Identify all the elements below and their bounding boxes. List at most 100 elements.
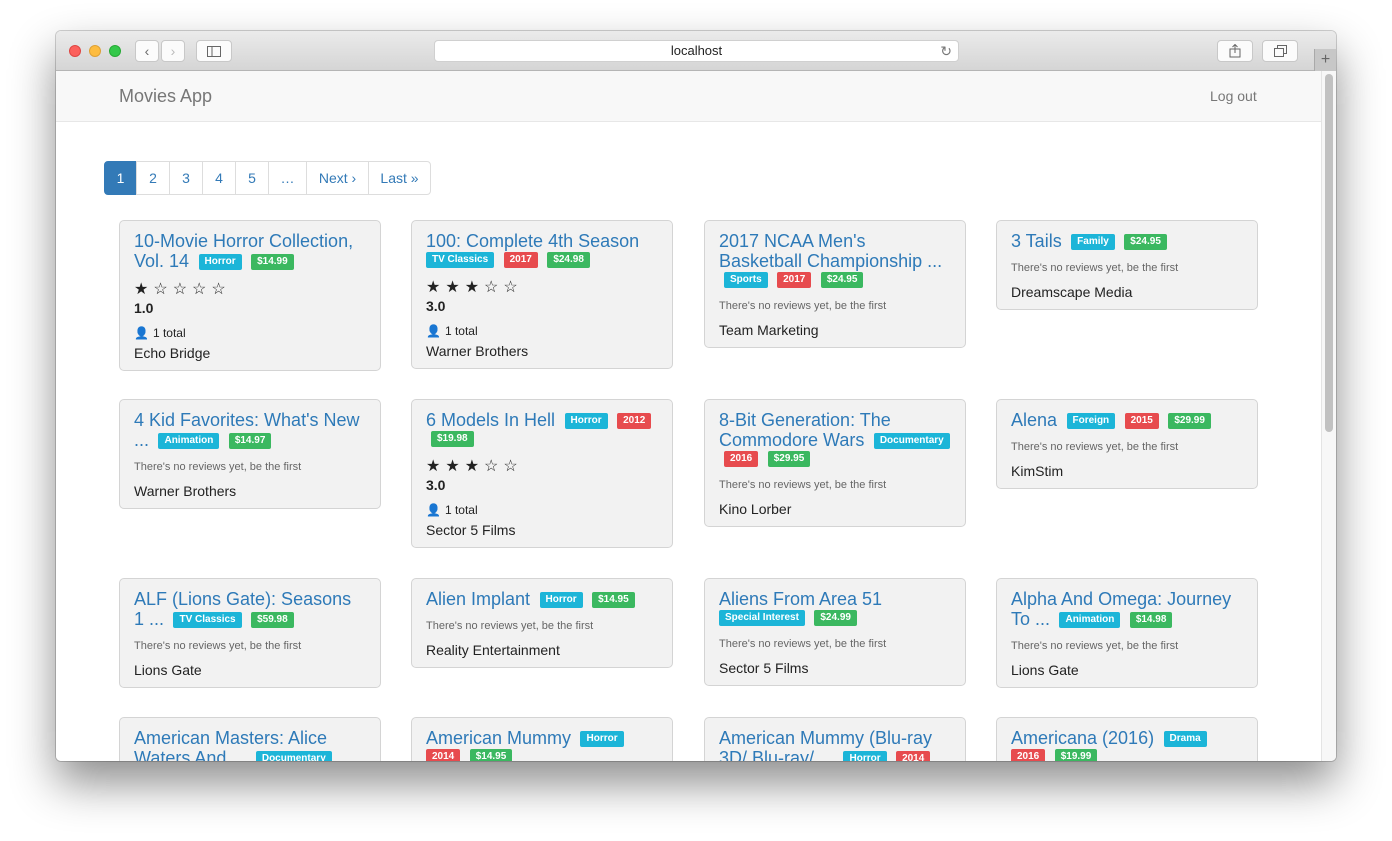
movie-card: 2017 NCAA Men's Basketball Championship … — [704, 220, 966, 348]
movie-card: Alpha And Omega: Journey To ... Animatio… — [996, 578, 1258, 688]
movie-card: 3 Tails Family $24.95 There's no reviews… — [996, 220, 1258, 310]
movie-card: Alien Implant Horror $14.95 There's no r… — [411, 578, 673, 668]
movie-title-link[interactable]: 6 Models In Hell — [426, 410, 555, 430]
last-page-link[interactable]: Last » — [368, 161, 431, 195]
studio-name: Kino Lorber — [719, 501, 792, 517]
chevron-right-icon: › — [170, 43, 176, 59]
page-4-link[interactable]: 4 — [202, 161, 236, 195]
movie-card: 4 Kid Favorites: What's New ... Animatio… — [119, 399, 381, 509]
movie-title-link[interactable]: 8-Bit Generation: The Commodore Wars — [719, 410, 891, 450]
year-badge: 2016 — [1011, 749, 1046, 761]
genre-badge: Drama — [1163, 731, 1207, 747]
movie-title-link[interactable]: Alpha And Omega: Journey To ... — [1011, 589, 1231, 629]
page-1-link[interactable]: 1 — [104, 161, 137, 195]
genre-badge: Horror — [580, 731, 624, 747]
share-icon — [1229, 43, 1241, 58]
price-badge: $24.95 — [820, 272, 864, 288]
movie-title-link[interactable]: Alena — [1011, 410, 1057, 430]
logout-link[interactable]: Log out — [1210, 88, 1257, 104]
rating-value: 3.0 — [426, 298, 446, 314]
brand-link[interactable]: Movies App — [119, 86, 212, 107]
price-badge: $59.98 — [251, 612, 294, 628]
price-badge: $14.95 — [469, 749, 513, 761]
review-total: 👤 1 total — [426, 503, 658, 517]
address-bar[interactable]: localhost ↻ — [434, 40, 959, 62]
genre-badge: Horror — [539, 592, 583, 608]
movie-card: American Mummy (Blu-ray 3D/ Blu-ray/ ...… — [704, 717, 966, 761]
back-button[interactable]: ‹ — [135, 40, 159, 62]
page-scrollbar[interactable] — [1321, 71, 1336, 761]
genre-badge: TV Classics — [173, 612, 242, 628]
page-2-link[interactable]: 2 — [136, 161, 170, 195]
minimize-window-button[interactable] — [89, 45, 101, 57]
price-badge: $14.98 — [1129, 612, 1173, 628]
movie-title-link[interactable]: 3 Tails — [1011, 231, 1062, 251]
user-icon: 👤 — [426, 503, 441, 517]
review-total-text: 1 total — [444, 503, 478, 517]
price-badge: $14.99 — [251, 254, 294, 270]
zoom-window-button[interactable] — [109, 45, 121, 57]
price-badge: $19.99 — [1054, 749, 1098, 761]
share-button[interactable] — [1217, 40, 1253, 62]
movie-card: American Mummy Horror 2014 $14.95 — [411, 717, 673, 761]
movie-title-link[interactable]: 10-Movie Horror Collection, Vol. 14 — [134, 231, 353, 271]
genre-badge: Horror — [198, 254, 242, 270]
next-page-link[interactable]: Next › — [306, 161, 369, 195]
year-badge: 2016 — [724, 451, 759, 467]
price-badge: $14.97 — [228, 433, 272, 449]
movie-title-link[interactable]: Aliens From Area 51 — [719, 589, 882, 609]
forward-button[interactable]: › — [161, 40, 185, 62]
chevron-left-icon: ‹ — [144, 43, 150, 59]
star-rating[interactable]: ★☆☆☆☆ — [134, 279, 366, 299]
page-5-link[interactable]: 5 — [235, 161, 269, 195]
review-total: 👤 1 total — [426, 324, 658, 338]
pagination: 1 2 3 4 5 … Next › Last » — [104, 161, 431, 195]
year-badge: 2014 — [426, 749, 461, 761]
movie-card: Alena Foreign 2015 $29.99 There's no rev… — [996, 399, 1258, 489]
tabs-overview-button[interactable] — [1262, 40, 1298, 62]
star-rating[interactable]: ★★★☆☆ — [426, 277, 658, 297]
genre-badge: Documentary — [873, 433, 950, 449]
navbar: Movies App Log out — [56, 71, 1321, 122]
movie-title-link[interactable]: American Mummy — [426, 728, 571, 748]
studio-name: Team Marketing — [719, 322, 819, 338]
genre-badge: Foreign — [1066, 413, 1116, 429]
price-badge: $24.99 — [814, 610, 857, 626]
plus-icon: + — [1320, 51, 1331, 68]
user-icon: 👤 — [134, 326, 149, 340]
movie-card: 6 Models In Hell Horror 2012 $19.98 ★★★☆… — [411, 399, 673, 548]
year-badge: 2014 — [896, 751, 931, 761]
browser-window: ‹ › localhost ↻ + Movies App Log out 1 2… — [56, 31, 1336, 761]
movie-title-link[interactable]: Alien Implant — [426, 589, 530, 609]
sidebar-icon — [207, 46, 221, 57]
close-window-button[interactable] — [69, 45, 81, 57]
sidebar-toggle-button[interactable] — [196, 40, 232, 62]
studio-name: Warner Brothers — [134, 483, 237, 499]
page-ellipsis: … — [268, 161, 307, 195]
studio-name: Sector 5 Films — [719, 660, 809, 676]
no-reviews-text: There's no reviews yet, be the first — [719, 300, 887, 312]
genre-badge: Horror — [564, 413, 608, 429]
reload-icon[interactable]: ↻ — [940, 41, 952, 61]
genre-badge: Sports — [724, 272, 768, 288]
price-badge: $24.95 — [1124, 234, 1167, 250]
movie-title-link[interactable]: Americana (2016) — [1011, 728, 1154, 748]
url-text: localhost — [670, 43, 723, 58]
no-reviews-text: There's no reviews yet, be the first — [1011, 441, 1179, 453]
price-badge: $14.95 — [592, 592, 635, 608]
movie-title-link[interactable]: ALF (Lions Gate): Seasons 1 ... — [134, 589, 351, 629]
movie-card: Americana (2016) Drama 2016 $19.99 — [996, 717, 1258, 761]
tabs-icon — [1273, 45, 1287, 57]
movie-title-link[interactable]: 2017 NCAA Men's Basketball Championship … — [719, 231, 942, 271]
movie-title-link[interactable]: 100: Complete 4th Season — [426, 231, 639, 251]
new-tab-button[interactable]: + — [1314, 49, 1336, 71]
scrollbar-thumb[interactable] — [1325, 74, 1333, 432]
page-3-link[interactable]: 3 — [169, 161, 203, 195]
star-rating[interactable]: ★★★☆☆ — [426, 456, 658, 476]
no-reviews-text: There's no reviews yet, be the first — [134, 640, 302, 652]
rating-value: 3.0 — [426, 477, 446, 493]
movie-card: Aliens From Area 51 Special Interest $24… — [704, 578, 966, 686]
genre-badge: Special Interest — [719, 610, 805, 626]
movie-card: ALF (Lions Gate): Seasons 1 ... TV Class… — [119, 578, 381, 688]
year-badge: 2017 — [503, 252, 538, 268]
